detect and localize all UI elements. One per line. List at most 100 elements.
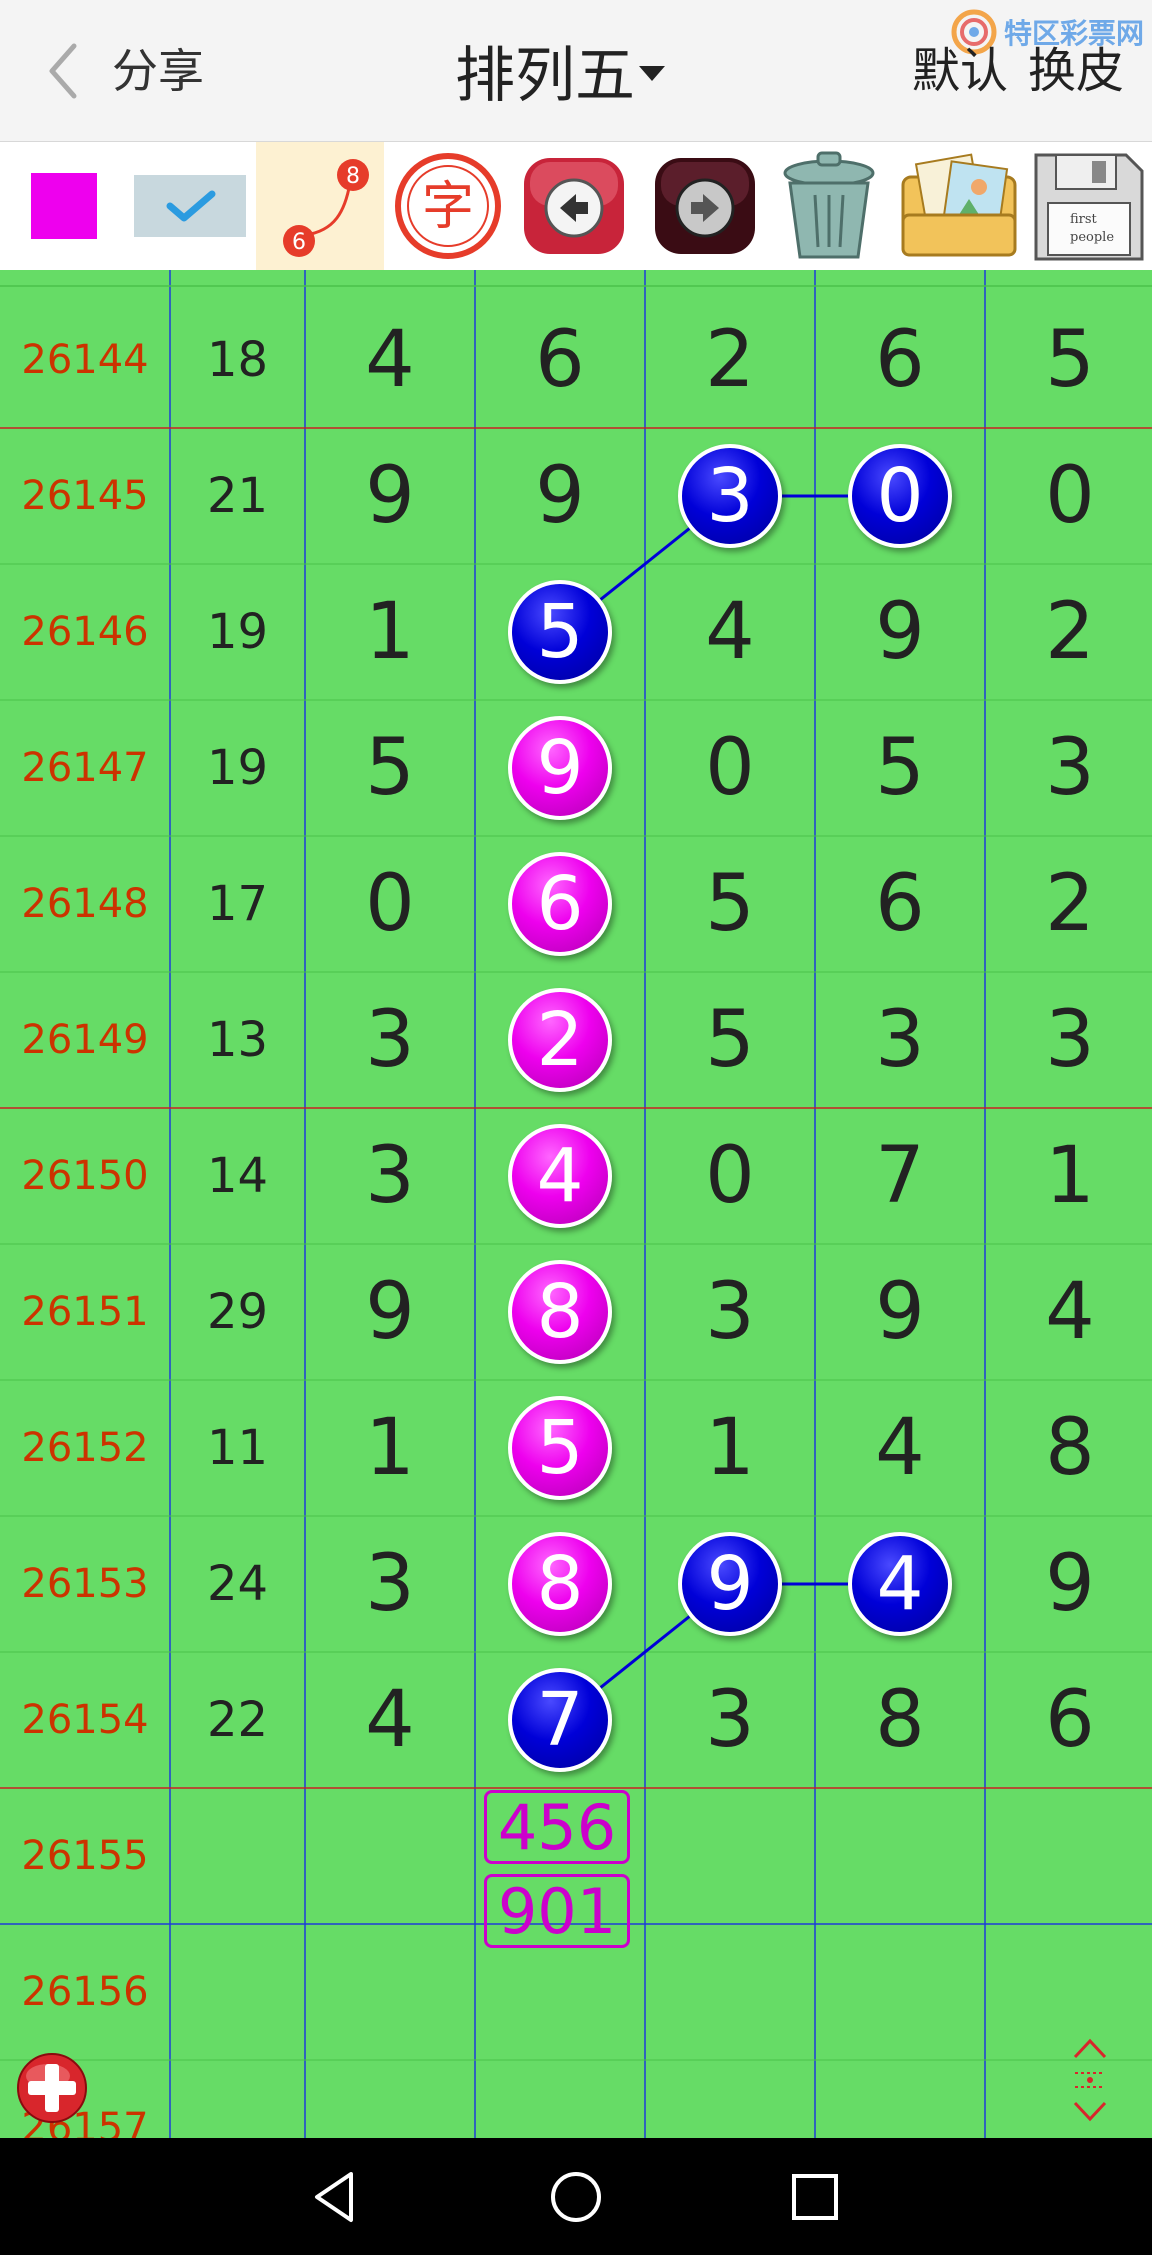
digit-cell[interactable]: 3 <box>985 972 1152 1108</box>
digit-cell[interactable] <box>645 2060 815 2138</box>
digit-cell[interactable]: 6 <box>475 836 645 972</box>
digit-cell[interactable]: 3 <box>645 1244 815 1380</box>
digit-value: 9 <box>535 451 585 541</box>
digit-cell[interactable]: 0 <box>985 428 1152 564</box>
issue-number: 26155 <box>21 1833 149 1879</box>
digit-cell[interactable]: 8 <box>475 1244 645 1380</box>
digit-cell[interactable]: 9 <box>475 700 645 836</box>
digit-cell[interactable]: 5 <box>645 972 815 1108</box>
change-skin-button[interactable]: 换皮 <box>1028 38 1124 104</box>
digit-cell[interactable]: 2 <box>985 836 1152 972</box>
prediction-box-1[interactable]: 456 <box>484 1790 630 1864</box>
digit-cell[interactable]: 4 <box>815 1516 985 1652</box>
digit-cell[interactable]: 9 <box>815 1244 985 1380</box>
digit-cell[interactable] <box>985 1788 1152 1924</box>
digit-cell[interactable]: 8 <box>475 1516 645 1652</box>
digit-cell[interactable]: 1 <box>985 1108 1152 1244</box>
title-dropdown[interactable]: 排列五 <box>455 30 665 111</box>
digit-cell[interactable]: 4 <box>305 292 475 428</box>
digit-cell[interactable]: 7 <box>815 1108 985 1244</box>
sum-value <box>170 2060 305 2138</box>
save-button[interactable]: first people <box>1026 142 1152 270</box>
digit-cell[interactable]: 3 <box>985 700 1152 836</box>
digit-value: 0 <box>1045 451 1095 541</box>
color-swatch-button[interactable] <box>18 142 110 270</box>
digit-cell[interactable]: 7 <box>475 1652 645 1788</box>
connect-line-button[interactable]: 8 6 <box>256 142 384 270</box>
digit-cell[interactable] <box>645 1788 815 1924</box>
digit-cell[interactable]: 2 <box>645 292 815 428</box>
digit-cell[interactable]: 5 <box>985 292 1152 428</box>
digit-cell[interactable] <box>645 1924 815 2060</box>
digit-cell[interactable]: 1 <box>305 564 475 700</box>
digit-cell[interactable]: 3 <box>815 972 985 1108</box>
digit-value: 5 <box>705 995 755 1085</box>
digit-cell[interactable]: 3 <box>305 1516 475 1652</box>
digit-cell[interactable] <box>815 2060 985 2138</box>
digit-cell[interactable]: 2 <box>475 972 645 1108</box>
redo-button[interactable] <box>646 142 764 270</box>
digit-cell[interactable]: 9 <box>305 1244 475 1380</box>
digit-cell[interactable]: 6 <box>985 1652 1152 1788</box>
photos-button[interactable] <box>894 142 1024 270</box>
digit-cell[interactable]: 3 <box>645 428 815 564</box>
plus-icon[interactable] <box>14 2050 90 2126</box>
digit-cell[interactable]: 0 <box>645 1108 815 1244</box>
digit-cell[interactable] <box>475 2060 645 2138</box>
digit-cell[interactable]: 1 <box>645 1380 815 1516</box>
digit-cell[interactable]: 6 <box>475 292 645 428</box>
digit-cell[interactable]: 5 <box>475 1380 645 1516</box>
text-tool-button[interactable]: 字 <box>388 142 508 270</box>
digit-cell[interactable]: 6 <box>815 292 985 428</box>
digit-cell[interactable]: 4 <box>475 1108 645 1244</box>
digit-cell[interactable]: 5 <box>815 700 985 836</box>
digit-cell[interactable]: 3 <box>645 1652 815 1788</box>
digit-cell[interactable]: 4 <box>985 1244 1152 1380</box>
digit-cell[interactable]: 8 <box>815 1652 985 1788</box>
digit-cell[interactable]: 8 <box>985 1380 1152 1516</box>
digit-cell[interactable]: 2 <box>985 564 1152 700</box>
digit-cell[interactable]: 1 <box>305 1380 475 1516</box>
default-button[interactable]: 默认 <box>912 38 1008 104</box>
digit-cell[interactable]: 4 <box>645 564 815 700</box>
digit-cell[interactable]: 5 <box>645 836 815 972</box>
digit-cell[interactable]: 6 <box>815 836 985 972</box>
digit-cell[interactable] <box>815 1788 985 1924</box>
nav-recents-icon[interactable] <box>784 2166 846 2228</box>
digit-cell[interactable]: 9 <box>985 1516 1152 1652</box>
digit-cell[interactable]: 9 <box>645 1516 815 1652</box>
prediction-box-2[interactable]: 901 <box>484 1874 630 1948</box>
issue-number: 26147 <box>21 745 149 791</box>
digit-cell[interactable]: 9 <box>815 564 985 700</box>
digit-cell[interactable]: 4 <box>305 1652 475 1788</box>
digit-cell[interactable] <box>305 1788 475 1924</box>
sum-value: 22 <box>206 1692 269 1748</box>
undo-button[interactable] <box>516 142 632 270</box>
photos-icon <box>901 153 1017 257</box>
digit-cell[interactable] <box>815 1924 985 2060</box>
digit-cell[interactable]: 9 <box>305 428 475 564</box>
digit-cell[interactable]: 3 <box>305 1108 475 1244</box>
share-button[interactable]: 分享 <box>112 38 204 104</box>
digit-cell[interactable]: 0 <box>645 700 815 836</box>
digit-cell[interactable]: 9 <box>475 428 645 564</box>
scroll-arrows-icon[interactable] <box>1065 2035 1115 2125</box>
digit-cell[interactable]: 0 <box>815 428 985 564</box>
magenta-ball: 9 <box>508 716 612 820</box>
digit-value: 6 <box>535 315 585 405</box>
digit-cell[interactable]: 0 <box>305 836 475 972</box>
digit-cell[interactable] <box>305 2060 475 2138</box>
digit-cell[interactable]: 5 <box>305 700 475 836</box>
digit-cell[interactable]: 5 <box>475 564 645 700</box>
digit-cell[interactable] <box>305 1924 475 2060</box>
digit-value: 3 <box>875 995 925 1085</box>
nav-home-icon[interactable] <box>545 2166 607 2228</box>
chevron-left-icon[interactable] <box>40 38 90 104</box>
digit-value: 9 <box>365 1267 415 1357</box>
trash-button[interactable] <box>768 142 890 270</box>
check-button[interactable] <box>130 142 250 270</box>
digit-cell[interactable]: 4 <box>815 1380 985 1516</box>
digit-cell[interactable]: 3 <box>305 972 475 1108</box>
nav-back-icon[interactable] <box>305 2166 367 2228</box>
table-row: 26151 29 9 8 3 9 4 <box>0 1244 1152 1380</box>
